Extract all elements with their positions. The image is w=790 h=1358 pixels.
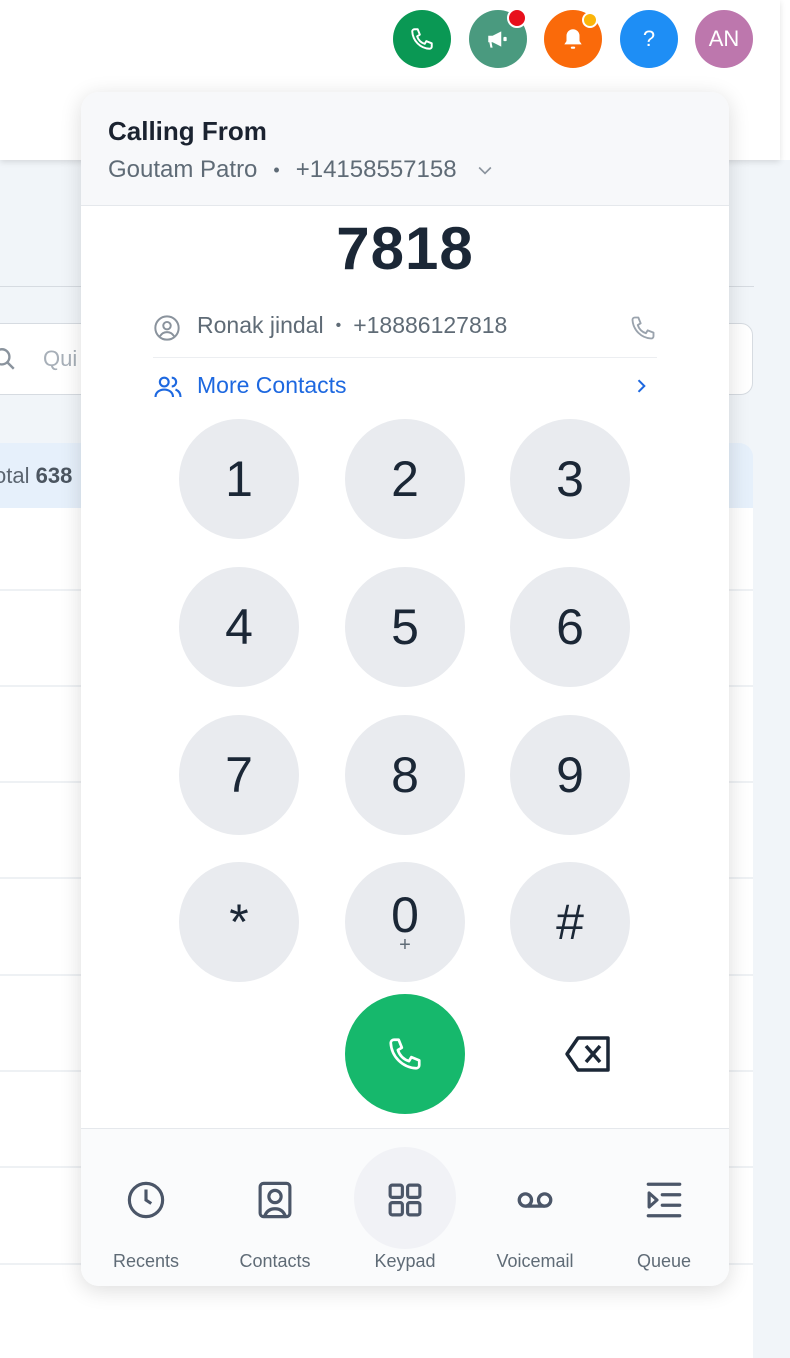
nav-queue[interactable]: Queue — [599, 1129, 729, 1286]
key-4[interactable]: 4 — [179, 567, 299, 687]
calling-from-title: Calling From — [108, 116, 267, 146]
search-icon — [0, 348, 15, 370]
key-9[interactable]: 9 — [510, 715, 630, 835]
plus-sublabel: + — [399, 934, 411, 956]
bell-icon — [564, 29, 582, 49]
total-count: otal 638 — [0, 463, 73, 488]
nav-label: Voicemail — [496, 1251, 574, 1271]
announcement-badge — [507, 8, 527, 28]
phone-button[interactable] — [393, 10, 451, 68]
separator-dot: • — [273, 159, 280, 180]
nav-keypad[interactable]: Keypad — [340, 1129, 470, 1286]
help-button[interactable]: ? — [620, 10, 678, 68]
chevron-down-icon — [478, 166, 491, 175]
nav-label: Keypad — [374, 1251, 436, 1271]
key-5[interactable]: 5 — [345, 567, 465, 687]
search-placeholder: Qui — [43, 346, 78, 371]
avatar-initials: AN — [708, 26, 740, 51]
keypad-grid-icon — [388, 1183, 422, 1217]
clock-icon — [127, 1181, 165, 1219]
key-hash[interactable]: # — [510, 862, 630, 982]
nav-label: Recents — [112, 1251, 180, 1271]
key-2[interactable]: 2 — [345, 419, 465, 539]
call-button[interactable] — [345, 994, 465, 1114]
chevron-right-icon — [637, 379, 646, 393]
suggested-contact[interactable]: Ronak jindal • +18886127818 — [153, 310, 657, 358]
key-8[interactable]: 8 — [345, 715, 465, 835]
nav-label: Queue — [636, 1251, 692, 1271]
key-0[interactable]: 0 + — [345, 862, 465, 982]
phone-icon — [389, 1038, 421, 1070]
key-1[interactable]: 1 — [179, 419, 299, 539]
dialed-number-display[interactable]: 7818 — [81, 214, 729, 283]
notification-badge — [582, 12, 598, 28]
more-contacts-link[interactable]: More Contacts — [153, 368, 657, 408]
caller-name: Goutam Patro — [108, 156, 258, 183]
voicemail-icon — [517, 1192, 553, 1208]
backspace-button[interactable] — [563, 1034, 613, 1074]
help-icon: ? — [642, 26, 656, 51]
key-7[interactable]: 7 — [179, 715, 299, 835]
backspace-icon — [565, 1036, 610, 1072]
caller-id-selector[interactable]: Goutam Patro • +14158557158 — [108, 156, 495, 184]
screen: Qui otal 638 ? AN Calling From Goutam Pa… — [0, 0, 790, 1358]
notifications-button[interactable] — [544, 10, 602, 68]
user-avatar[interactable]: AN — [695, 10, 753, 68]
announcements-button[interactable] — [469, 8, 527, 68]
key-6[interactable]: 6 — [510, 567, 630, 687]
dialer-panel: Calling From Goutam Patro • +14158557158… — [81, 92, 729, 1286]
nav-label: Contacts — [239, 1251, 311, 1271]
calling-from-section[interactable]: Calling From Goutam Patro • +14158557158 — [81, 92, 729, 206]
background-right-strip — [754, 160, 790, 1358]
users-icon — [154, 376, 182, 398]
contact-info: Ronak jindal • +18886127818 — [197, 312, 508, 338]
nav-contacts[interactable]: Contacts — [210, 1129, 340, 1286]
more-contacts-label: More Contacts — [197, 372, 347, 398]
key-star[interactable]: * — [179, 862, 299, 982]
nav-voicemail[interactable]: Voicemail — [470, 1129, 600, 1286]
bottom-nav: Recents Contacts Keypad Voicemail Queue — [81, 1128, 729, 1286]
queue-icon — [646, 1182, 682, 1218]
call-contact-icon[interactable] — [629, 314, 657, 342]
caller-number: +14158557158 — [295, 156, 457, 183]
megaphone-icon — [488, 31, 507, 48]
nav-recents[interactable]: Recents — [81, 1129, 211, 1286]
phone-icon — [411, 28, 433, 50]
key-3[interactable]: 3 — [510, 419, 630, 539]
contact-card-icon — [258, 1181, 292, 1219]
user-circle-icon — [154, 315, 180, 341]
